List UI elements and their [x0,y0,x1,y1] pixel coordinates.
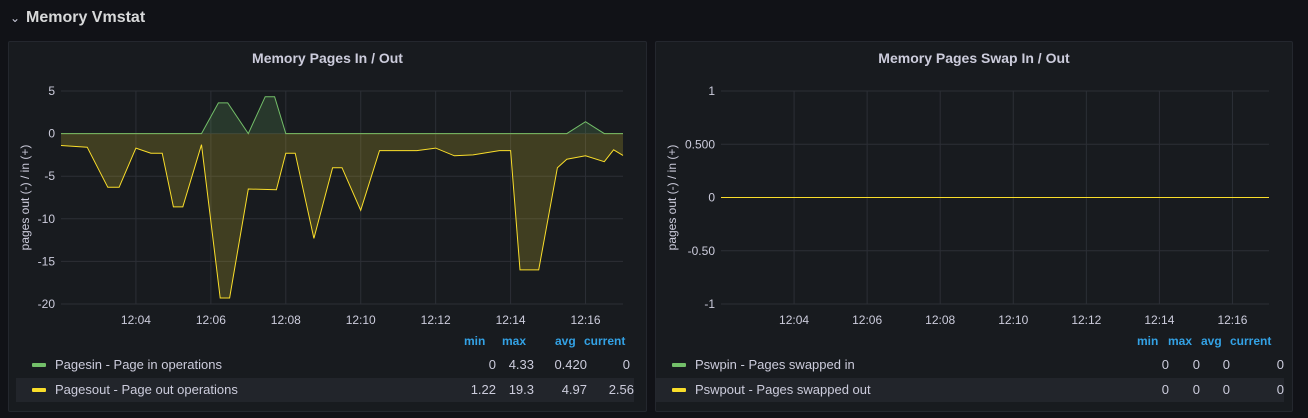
x-tick-label: 12:14 [1144,313,1174,327]
x-tick-label: 12:06 [852,313,882,327]
x-tick-label: 12:10 [998,313,1028,327]
legend-header-current[interactable]: current [1230,334,1271,348]
y-tick-label: -5 [44,169,55,183]
legend-series-name[interactable]: Pagesin - Page in operations [55,357,222,372]
legend-item-pagesout[interactable]: Pagesout - Page out operations 1.22 19.3… [16,378,634,402]
legend-max: 4.33 [508,357,534,372]
legend-avg: 0 [1222,357,1230,372]
x-tick-label: 12:08 [925,313,955,327]
legend-swatch [32,363,46,367]
legend-series-name[interactable]: Pswpout - Pages swapped out [695,382,871,397]
x-tick-label: 12:10 [346,313,376,327]
y-tick-label: 5 [48,84,55,98]
row-header[interactable]: ⌄ Memory Vmstat [10,6,145,30]
legend-current: 0 [622,357,630,372]
x-tick-label: 12:16 [1217,313,1247,327]
legend-series-name[interactable]: Pswpin - Pages swapped in [695,357,855,372]
y-tick-label: -15 [38,254,56,268]
legend-avg: 0.420 [554,357,587,372]
legend-header-min[interactable]: min [464,334,485,348]
x-tick-label: 12:06 [196,313,226,327]
y-tick-label: 0.500 [685,137,715,151]
x-tick-label: 12:12 [421,313,451,327]
legend-header-min[interactable]: min [1137,334,1158,348]
legend-header-max[interactable]: max [502,334,526,348]
legend-current: 0 [1276,382,1284,397]
x-tick-label: 12:12 [1071,313,1101,327]
legend-min: 0 [488,357,496,372]
legend-max: 19.3 [508,382,534,397]
row-title: Memory Vmstat [26,9,146,26]
y-tick-label: -20 [38,297,56,311]
legend-max: 0 [1192,357,1200,372]
legend-item-pswpin[interactable]: Pswpin - Pages swapped in 0 0 0 0 [656,353,1284,377]
y-tick-label: 0 [708,191,715,205]
legend-avg: 0 [1222,382,1230,397]
panel-memory-pages-swap[interactable]: Memory Pages Swap In / Out 1 0.500 0 -0.50-… [655,41,1293,412]
legend-swatch [672,363,686,367]
panel-memory-pages-in-out[interactable]: Memory Pages In / Out 5 0 -5 -10 -15 -20 12:04… [8,41,647,412]
x-tick-label: 12:08 [271,313,301,327]
legend-avg: 4.97 [561,382,587,397]
legend-header-avg[interactable]: avg [555,334,576,348]
y-tick-label: 1 [708,84,715,98]
legend-current: 2.56 [608,382,634,397]
legend-header-avg[interactable]: avg [1201,334,1222,348]
y-tick-label: 0 [48,127,55,141]
x-tick-label: 12:04 [121,313,151,327]
legend-max: 0 [1192,382,1200,397]
pages-swap-chart[interactable]: 1 0.500 0 -0.50 -1 12:04 12:06 12:08 12:10 12:12 1… [656,42,1294,332]
legend-swatch [32,388,46,392]
legend-min: 1.22 [470,382,496,397]
legend-series-name[interactable]: Pagesout - Page out operations [55,382,238,397]
y-tick-label: -10 [38,212,56,226]
y-tick-label: -0.50 [688,244,716,258]
legend-min: 0 [1161,382,1169,397]
x-tick-label: 12:04 [779,313,809,327]
y-tick-label: -1 [704,297,715,311]
x-tick-label: 12:16 [571,313,601,327]
legend-header-current[interactable]: current [584,334,625,348]
legend-header-max[interactable]: max [1168,334,1192,348]
chevron-down-icon[interactable]: ⌄ [10,11,20,25]
pages-in-out-chart[interactable]: 5 0 -5 -10 -15 -20 12:04 12:06 12:08 12:10 12:12 12… [9,42,648,332]
legend-current: 0 [1276,357,1284,372]
series-area-0 [61,96,623,134]
y-axis-label: pages out (-) / in (+) [665,145,679,251]
legend-item-pagesin[interactable]: Pagesin - Page in operations 0 4.33 0.42… [16,353,634,377]
legend-swatch [672,388,686,392]
series-line-0 [61,96,623,135]
legend-min: 0 [1161,357,1169,372]
legend-item-pswpout[interactable]: Pswpout - Pages swapped out 0 0 0 0 [656,378,1284,402]
y-axis-label: pages out (-) / in (+) [18,145,32,251]
series-area-1 [61,133,623,298]
x-tick-label: 12:14 [496,313,526,327]
